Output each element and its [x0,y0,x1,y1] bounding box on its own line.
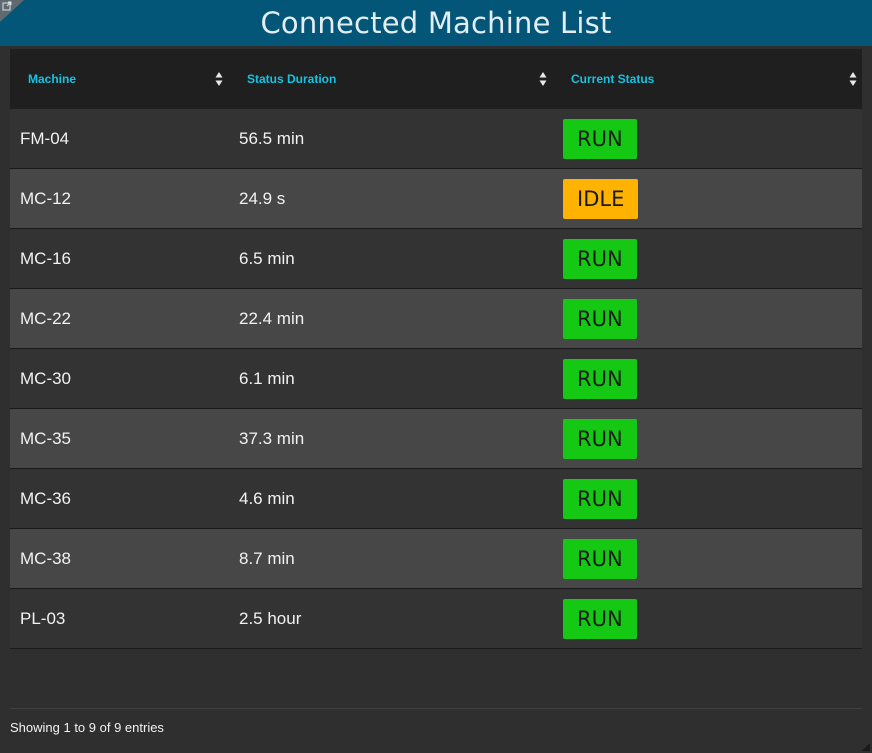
machine-cell: MC-12 [20,189,72,208]
header-bar: Connected Machine List [0,0,872,46]
status-badge: RUN [563,419,637,459]
machine-cell: MC-22 [20,309,72,328]
table-info: Showing 1 to 9 of 9 entries [10,720,164,735]
duration-cell: 56.5 min [239,129,305,148]
external-link-icon[interactable] [0,0,24,22]
column-header-label: Current Status [571,72,655,86]
duration-cell: 22.4 min [239,309,305,328]
machine-table: Machine Status Duration Current Status F… [10,49,862,649]
machine-cell: MC-30 [20,369,72,388]
column-header-label: Machine [28,72,77,86]
machine-cell: MC-38 [20,549,72,568]
duration-cell: 6.5 min [239,249,295,268]
table-row[interactable]: MC-35 37.3 min RUN [10,409,862,469]
table-row[interactable]: MC-12 24.9 s IDLE [10,169,862,229]
table-row[interactable]: MC-38 8.7 min RUN [10,529,862,589]
duration-cell: 8.7 min [239,549,295,568]
sort-icon[interactable] [849,71,857,87]
resize-handle-icon[interactable] [862,743,870,751]
duration-cell: 6.1 min [239,369,295,388]
footer-divider [10,708,862,709]
page-title: Connected Machine List [260,6,612,40]
status-badge: RUN [563,239,637,279]
machine-cell: FM-04 [20,129,70,148]
column-header-status-duration[interactable]: Status Duration [247,49,336,109]
status-badge: RUN [563,539,637,579]
status-badge: RUN [563,119,637,159]
table-row[interactable]: PL-03 2.5 hour RUN [10,589,862,649]
column-header-machine[interactable]: Machine [28,49,76,109]
table-row[interactable]: MC-16 6.5 min RUN [10,229,862,289]
table-row[interactable]: FM-04 56.5 min RUN [10,109,862,169]
machine-cell: MC-36 [20,489,72,508]
machine-cell: PL-03 [20,609,66,628]
status-badge: RUN [563,479,637,519]
table-row[interactable]: MC-22 22.4 min RUN [10,289,862,349]
status-badge: IDLE [563,179,639,219]
sort-icon[interactable] [215,71,223,87]
status-badge: RUN [563,359,637,399]
machine-cell: MC-16 [20,249,72,268]
status-badge: RUN [563,599,637,639]
table-header: Machine Status Duration Current Status [10,49,862,109]
column-header-current-status[interactable]: Current Status [571,49,654,109]
table-row[interactable]: MC-36 4.6 min RUN [10,469,862,529]
duration-cell: 2.5 hour [239,609,302,628]
machine-cell: MC-35 [20,429,72,448]
status-badge: RUN [563,299,637,339]
duration-cell: 24.9 s [239,189,286,208]
column-header-label: Status Duration [247,72,337,86]
duration-cell: 37.3 min [239,429,305,448]
sort-icon[interactable] [539,71,547,87]
table-row[interactable]: MC-30 6.1 min RUN [10,349,862,409]
duration-cell: 4.6 min [239,489,295,508]
